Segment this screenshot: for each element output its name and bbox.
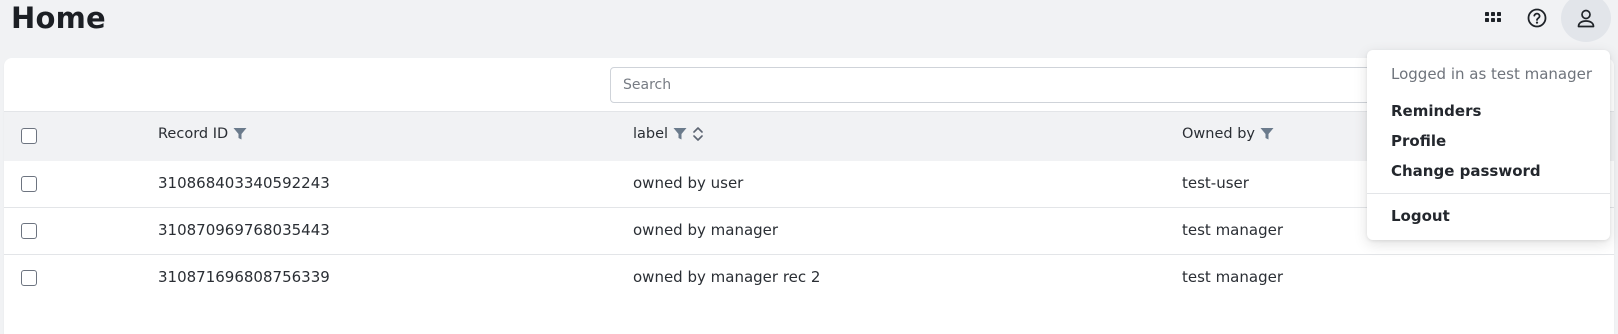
row-checkbox[interactable] bbox=[21, 176, 37, 192]
label-cell: owned by user bbox=[633, 174, 744, 192]
apps-grid-icon[interactable] bbox=[1476, 1, 1510, 35]
column-header-owned-by[interactable]: Owned by bbox=[1182, 126, 1274, 142]
menu-item-change-password[interactable]: Change password bbox=[1391, 162, 1541, 180]
label-cell: owned by manager rec 2 bbox=[633, 268, 821, 286]
user-menu-button[interactable] bbox=[1561, 0, 1611, 42]
column-header-label[interactable]: label bbox=[633, 126, 704, 142]
filter-icon[interactable] bbox=[233, 127, 247, 141]
row-checkbox[interactable] bbox=[21, 270, 37, 286]
owned-by-cell: test-user bbox=[1182, 174, 1249, 192]
filter-icon[interactable] bbox=[1260, 127, 1274, 141]
search-input[interactable] bbox=[610, 67, 1400, 103]
page: Home Record ID bbox=[0, 0, 1618, 334]
record-id-cell: 310870969768035443 bbox=[158, 221, 330, 239]
sort-icon[interactable] bbox=[692, 126, 704, 142]
row-checkbox[interactable] bbox=[21, 223, 37, 239]
table-row[interactable]: 310871696808756339 owned by manager rec … bbox=[4, 255, 1614, 302]
menu-divider bbox=[1367, 193, 1610, 194]
menu-item-profile[interactable]: Profile bbox=[1391, 132, 1446, 150]
column-label: Record ID bbox=[158, 126, 229, 142]
label-cell: owned by manager bbox=[633, 221, 779, 239]
menu-item-logout[interactable]: Logout bbox=[1391, 207, 1450, 225]
user-icon bbox=[1577, 9, 1595, 28]
record-id-cell: 310871696808756339 bbox=[158, 268, 330, 286]
owned-by-cell: test manager bbox=[1182, 268, 1283, 286]
owned-by-cell: test manager bbox=[1182, 221, 1283, 239]
column-label: label bbox=[633, 126, 669, 142]
logged-in-as-label: Logged in as test manager bbox=[1391, 65, 1593, 83]
menu-item-reminders[interactable]: Reminders bbox=[1391, 102, 1481, 120]
page-title: Home bbox=[11, 1, 106, 35]
record-id-cell: 310868403340592243 bbox=[158, 174, 330, 192]
user-menu-dropdown: Logged in as test manager Reminders Prof… bbox=[1367, 50, 1610, 240]
select-all-checkbox[interactable] bbox=[21, 128, 37, 144]
column-header-record-id[interactable]: Record ID bbox=[158, 126, 247, 142]
help-circle-icon[interactable] bbox=[1520, 1, 1554, 35]
column-label: Owned by bbox=[1182, 126, 1255, 142]
filter-icon[interactable] bbox=[673, 127, 687, 141]
